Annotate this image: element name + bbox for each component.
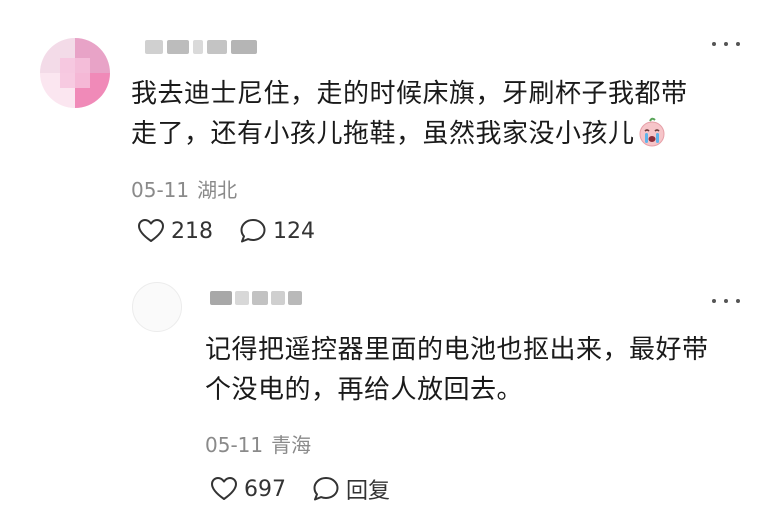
reply-actions: 697 回复 xyxy=(210,473,416,505)
speech-bubble-icon xyxy=(313,477,339,501)
reply-location: 青海 xyxy=(271,433,312,457)
reply-meta: 05-11 青海 xyxy=(205,429,311,458)
reply-avatar[interactable] xyxy=(132,282,182,332)
reply-username[interactable] xyxy=(210,291,302,305)
heart-icon xyxy=(211,477,237,500)
reply-button[interactable]: 回复 xyxy=(312,473,390,505)
reply-item: 记得把遥控器里面的电池也抠出来，最好带 个没电的，再给人放回去。 05-11 青海… xyxy=(0,0,768,516)
reply-like-button[interactable]: 697 xyxy=(210,476,286,502)
reply-line-1: 记得把遥控器里面的电池也抠出来，最好带 xyxy=(205,335,709,365)
reply-like-count: 697 xyxy=(244,476,286,502)
reply-line-2: 个没电的，再给人放回去。 xyxy=(205,375,524,405)
reply-text: 记得把遥控器里面的电池也抠出来，最好带 个没电的，再给人放回去。 xyxy=(205,330,709,410)
reply-more-options-icon[interactable] xyxy=(712,294,740,308)
reply-label: 回复 xyxy=(346,479,391,504)
reply-date: 05-11 xyxy=(205,433,264,457)
